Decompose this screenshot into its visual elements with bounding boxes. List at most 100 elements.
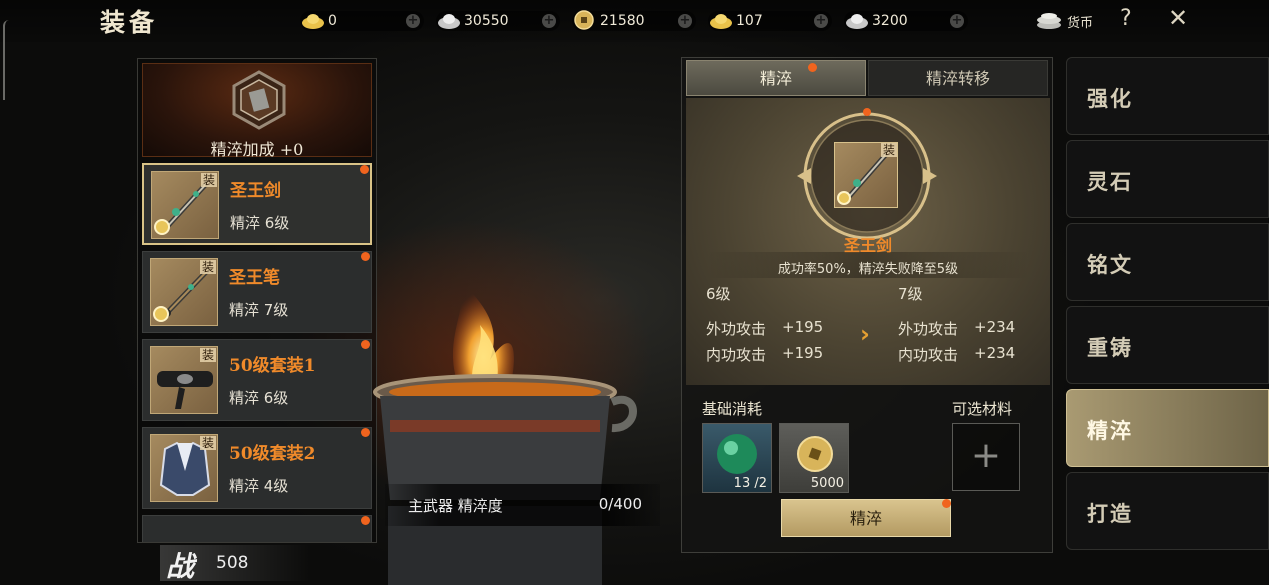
list-item[interactable]: 装 50级套装1 精淬 6级	[142, 339, 372, 421]
nav-item-enhance[interactable]: 强化	[1066, 57, 1269, 135]
refine-panel: 精淬 精淬转移 装 圣王剑 成功率50%，精淬失败降至5级 6级 7级 外功攻击…	[681, 57, 1053, 553]
item-name: 50级套装2	[229, 444, 316, 464]
gold-badge-icon	[837, 191, 851, 205]
stat-label: 内功攻击	[706, 346, 767, 364]
notification-dot	[808, 63, 817, 72]
plus-icon: +	[970, 435, 1002, 476]
page-title: 装备	[100, 8, 159, 37]
equipped-tag: 装	[199, 260, 216, 274]
item-thumbnail: 装	[150, 434, 218, 502]
equipped-tag: 装	[199, 348, 216, 362]
refine-button-label: 精淬	[849, 509, 882, 528]
equipped-tag: 装	[880, 143, 897, 157]
nav-item-inscription[interactable]: 铭文	[1066, 223, 1269, 301]
progress-label: 主武器 精淬度	[408, 497, 503, 515]
nav-item-label: 重铸	[1087, 335, 1133, 360]
add-currency-button[interactable]: +	[678, 14, 692, 28]
tab-refine-transfer[interactable]: 精淬转移	[868, 60, 1048, 96]
optional-material-label: 可选材料	[952, 400, 1013, 418]
progress-value: 0/400	[598, 495, 642, 513]
edge-decoration	[3, 20, 11, 100]
selected-item-thumbnail[interactable]: 装	[834, 142, 898, 208]
currency-gold-bound: 107 +	[708, 11, 832, 31]
material-quantity: 5000	[810, 476, 844, 491]
cauldron-illustration	[373, 280, 637, 585]
currency-silver: 30550 +	[436, 11, 560, 31]
item-name: 圣王剑	[230, 181, 281, 201]
currency-value: 21580	[600, 13, 645, 29]
stat-label: 外功攻击	[898, 320, 959, 338]
refine-bonus-card[interactable]: 精淬加成 +0	[142, 63, 372, 159]
next-level: 7级	[898, 285, 923, 303]
material-quantity: 13 /2	[733, 476, 767, 491]
item-thumbnail: 装	[151, 171, 219, 239]
silver-ingot-icon	[438, 14, 460, 29]
currency-value: 3200	[872, 13, 908, 29]
list-item[interactable]: 装 50级套装2 精淬 4级	[142, 427, 372, 509]
item-level: 精淬 6级	[230, 214, 290, 232]
list-item[interactable]: 装 圣王笔 精淬 7级	[142, 251, 372, 333]
item-thumbnail: 装	[150, 258, 218, 326]
nav-item-label: 铭文	[1087, 252, 1133, 277]
optional-material-slot[interactable]: +	[952, 423, 1020, 491]
item-level: 精淬 4级	[229, 477, 289, 495]
item-level: 精淬 6级	[229, 389, 289, 407]
material-slot[interactable]: 5000	[779, 423, 849, 493]
refine-button[interactable]: 精淬	[781, 499, 951, 537]
copper-coin-icon	[574, 10, 594, 30]
nav-item-reforge[interactable]: 重铸	[1066, 306, 1269, 384]
currency-value: 107	[736, 13, 763, 29]
tab-label: 精淬	[759, 69, 792, 88]
add-currency-button[interactable]: +	[950, 14, 964, 28]
gold-badge-icon	[153, 306, 169, 322]
combat-power: 战 508	[160, 545, 310, 583]
nav-item-refine[interactable]: 精淬	[1066, 389, 1269, 467]
base-cost-label: 基础消耗	[702, 400, 763, 418]
equipped-tag: 装	[200, 173, 217, 187]
power-glyph: 战	[166, 550, 195, 583]
nav-item-label: 打造	[1087, 501, 1133, 526]
nav-item-label: 强化	[1087, 86, 1133, 111]
close-button[interactable]: ✕	[1168, 4, 1188, 32]
nav-item-craft[interactable]: 打造	[1066, 472, 1269, 550]
nav-item-label: 精淬	[1087, 418, 1133, 443]
currency-copper: 21580 +	[572, 10, 696, 31]
currency-value: 0	[328, 13, 337, 29]
hexagon-emblem-icon	[232, 70, 286, 130]
currency-value: 30550	[464, 13, 509, 29]
power-value: 508	[216, 553, 249, 573]
gold-badge-icon	[154, 219, 170, 235]
item-thumbnail: 装	[150, 346, 218, 414]
material-slot[interactable]: 13 /2	[702, 423, 772, 493]
chevron-right-icon: ›	[860, 320, 870, 348]
item-level: 精淬 7级	[229, 301, 289, 319]
currency-button[interactable]: 货币	[1035, 9, 1105, 33]
gold-ingot-icon	[710, 14, 732, 29]
add-currency-button[interactable]: +	[406, 14, 420, 28]
notification-dot	[360, 165, 369, 174]
stat-value: +195	[782, 344, 824, 362]
help-button[interactable]: ?	[1120, 6, 1132, 31]
stat-label: 外功攻击	[706, 320, 767, 338]
nav-item-spirit-stone[interactable]: 灵石	[1066, 140, 1269, 218]
currency-silver-bound: 3200 +	[844, 11, 968, 31]
refine-preview: 装 圣王剑 成功率50%，精淬失败降至5级 6级 7级 外功攻击 +195 内功…	[686, 98, 1050, 385]
current-level: 6级	[706, 285, 731, 303]
tab-refine[interactable]: 精淬	[686, 60, 866, 96]
equipped-tag: 装	[199, 436, 216, 450]
top-bar: 装备 0 + 30550 + 21580 + 107 + 3200 + 货币 ?…	[0, 0, 1269, 42]
item-name: 圣王笔	[229, 268, 280, 288]
coin-stack-icon	[1037, 13, 1061, 29]
list-item[interactable]: 装 圣王剑 精淬 6级	[142, 163, 372, 245]
currency-button-label: 货币	[1067, 16, 1094, 31]
refine-progress: 主武器 精淬度 0/400	[385, 484, 660, 526]
add-currency-button[interactable]: +	[542, 14, 556, 28]
item-name: 50级套装1	[229, 356, 316, 376]
currency-gold: 0 +	[300, 11, 424, 31]
stat-label: 内功攻击	[898, 346, 959, 364]
add-currency-button[interactable]: +	[814, 14, 828, 28]
notification-dot	[942, 499, 951, 508]
list-item[interactable]	[142, 515, 372, 542]
success-rate-text: 成功率50%，精淬失败降至5级	[777, 262, 959, 277]
gold-ingot-icon	[302, 14, 324, 29]
